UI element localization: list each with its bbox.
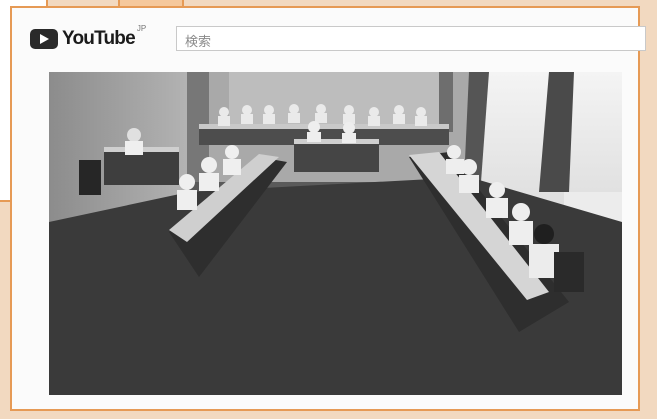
logo-region: JP [136, 24, 147, 33]
search-input[interactable]: 検索 [176, 26, 646, 51]
logo-text: YouTube [62, 28, 136, 49]
council-meeting-photo [49, 72, 622, 395]
video-player[interactable] [49, 72, 622, 395]
play-icon [30, 29, 58, 49]
youtube-header: YouTube JP 検索 [24, 22, 646, 56]
youtube-logo[interactable]: YouTube JP [30, 24, 146, 50]
youtube-window: YouTube JP 検索 [10, 6, 646, 411]
